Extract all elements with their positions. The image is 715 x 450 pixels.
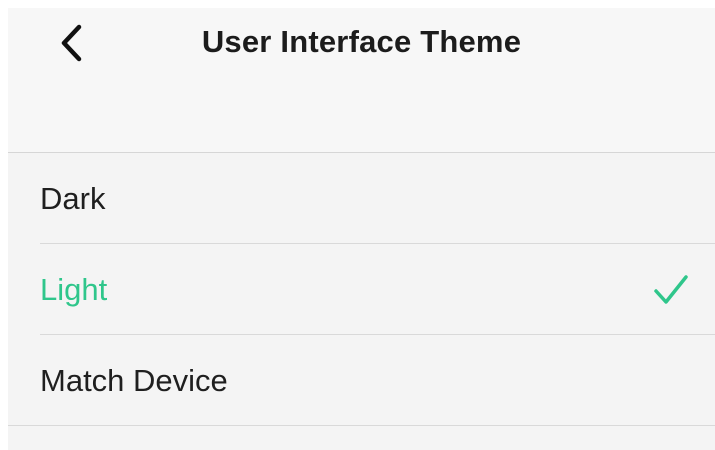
theme-option-dark[interactable]: Dark (8, 153, 715, 244)
row-divider (8, 424, 715, 426)
page-title: User Interface Theme (201, 24, 522, 59)
checkmark-icon (653, 272, 689, 308)
theme-option-label: Dark (40, 181, 106, 216)
theme-option-label: Match Device (40, 363, 228, 398)
navigation-bar: User Interface Theme (8, 8, 715, 153)
theme-option-label: Light (40, 272, 108, 307)
theme-option-match-device[interactable]: Match Device (8, 335, 715, 426)
theme-option-light[interactable]: Light (8, 244, 715, 335)
theme-options-list: Dark Light Match Device (8, 153, 715, 426)
theme-settings-screen: User Interface Theme Dark Light Match De… (8, 8, 715, 450)
